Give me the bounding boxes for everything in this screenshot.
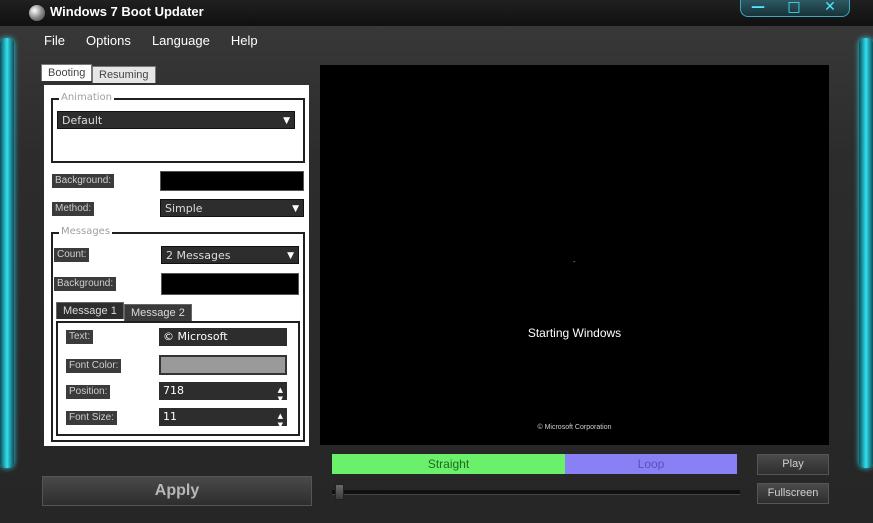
play-button[interactable]: Play	[757, 454, 829, 475]
menu-file[interactable]: File	[44, 33, 65, 48]
main-window: Windows 7 Boot Updater — □ ✕ File Option…	[0, 0, 873, 523]
preview-loading-dot: -	[573, 258, 576, 266]
stepper-down-icon[interactable]: ▼	[278, 390, 283, 408]
tab-message-1[interactable]: Message 1	[56, 302, 124, 319]
font-color-label: Font Color:	[66, 359, 122, 373]
chevron-down-icon: ▼	[283, 116, 290, 126]
preview-main-text: Starting Windows	[527, 326, 622, 340]
minimize-icon[interactable]: —	[743, 0, 773, 16]
stepper-down-icon[interactable]: ▼	[278, 416, 283, 434]
messages-group: Messages Count: 2 Messages ▼ Background:…	[51, 226, 305, 442]
count-select[interactable]: 2 Messages ▼	[161, 246, 299, 264]
timeline-thumb[interactable]	[335, 484, 344, 500]
tab-message-2[interactable]: Message 2	[124, 304, 192, 321]
close-icon[interactable]: ✕	[815, 0, 845, 16]
background-label: Background:	[52, 174, 115, 188]
position-value: 718	[163, 384, 184, 397]
text-input[interactable]: © Microsoft Corporation	[159, 328, 287, 361]
settings-panel: Animation Default ▼ Background: Method: …	[44, 85, 309, 446]
messages-background-picker[interactable]	[161, 273, 299, 295]
method-value: Simple	[165, 202, 203, 215]
apply-button[interactable]: Apply	[42, 476, 312, 506]
messages-legend: Messages	[59, 226, 113, 237]
font-size-label: Font Size:	[66, 411, 118, 425]
title-bar[interactable]: Windows 7 Boot Updater — □ ✕	[0, 0, 873, 26]
animation-value: Default	[62, 114, 103, 127]
position-label: Position:	[66, 385, 111, 399]
chevron-down-icon: ▼	[287, 251, 294, 261]
chevron-down-icon: ▼	[292, 204, 299, 214]
animation-group: Animation Default ▼	[51, 92, 305, 163]
count-label: Count:	[54, 248, 90, 262]
app-icon	[29, 5, 45, 21]
preview-footer-text: © Microsoft Corporation	[537, 424, 612, 431]
right-glow-edge	[859, 38, 873, 468]
menu-options[interactable]: Options	[86, 33, 131, 48]
method-select[interactable]: Simple ▼	[160, 199, 304, 217]
tab-booting[interactable]: Booting	[41, 64, 93, 81]
count-value: 2 Messages	[166, 249, 231, 262]
background-picker[interactable]	[160, 171, 304, 191]
font-size-stepper[interactable]: 11 ▲ ▼	[159, 408, 287, 429]
animation-select[interactable]: Default ▼	[57, 111, 295, 129]
left-glow-edge	[0, 38, 14, 468]
method-label: Method:	[52, 202, 95, 216]
menu-language[interactable]: Language	[152, 33, 210, 48]
font-color-swatch[interactable]	[159, 355, 287, 375]
timeline-track[interactable]	[332, 490, 740, 495]
font-size-value: 11	[163, 410, 177, 423]
messages-background-label: Background:	[54, 277, 117, 291]
text-label: Text:	[66, 330, 94, 344]
menu-bar: File Options Language Help	[36, 30, 266, 50]
window-controls: — □ ✕	[740, 0, 850, 17]
menu-help[interactable]: Help	[231, 33, 258, 48]
straight-segment[interactable]: Straight	[332, 454, 565, 474]
loop-segment[interactable]: Loop	[565, 454, 737, 474]
tab-resuming[interactable]: Resuming	[92, 66, 156, 83]
fullscreen-button[interactable]: Fullscreen	[757, 483, 829, 504]
message-1-panel: Text: © Microsoft Corporation Font Color…	[56, 321, 300, 436]
boot-preview: - Starting Windows © Microsoft Corporati…	[320, 65, 829, 445]
window-title: Windows 7 Boot Updater	[50, 4, 204, 19]
maximize-icon[interactable]: □	[779, 0, 809, 16]
position-stepper[interactable]: 718 ▲ ▼	[159, 382, 287, 403]
animation-legend: Animation	[59, 92, 114, 103]
